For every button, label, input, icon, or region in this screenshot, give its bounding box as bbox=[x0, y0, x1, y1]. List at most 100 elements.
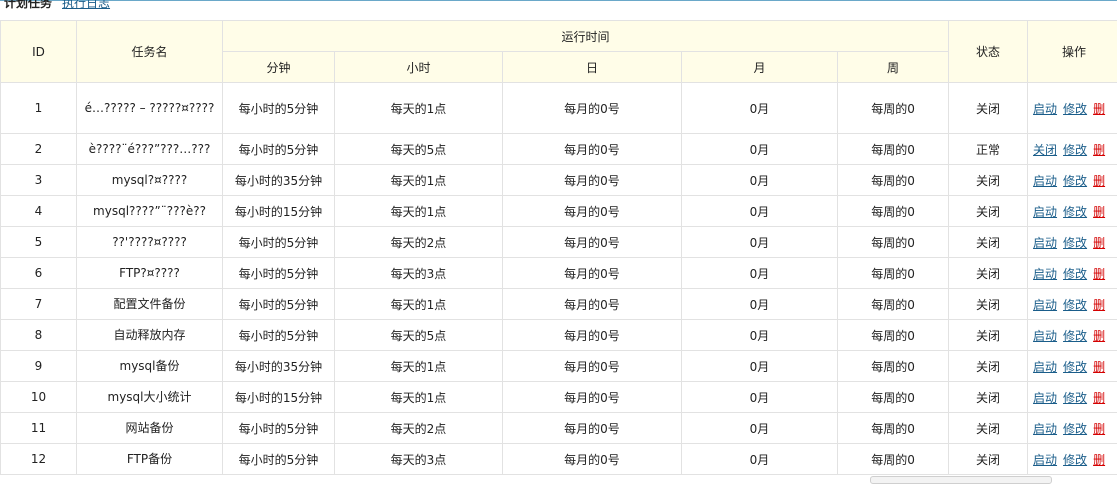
run-week-cell: 每周的0 bbox=[838, 382, 949, 413]
table-row: 7配置文件备份每小时的5分钟每天的1点每月的0号0月每周的0关闭启动修改删 bbox=[1, 289, 1117, 320]
toggle-task-link[interactable]: 启动 bbox=[1033, 267, 1057, 281]
status-cell: 关闭 bbox=[949, 83, 1028, 134]
delete-task-link[interactable]: 删 bbox=[1093, 298, 1105, 312]
run-hour-cell: 每天的3点 bbox=[335, 444, 503, 475]
run-week-cell: 每周的0 bbox=[838, 227, 949, 258]
run-hour-cell: 每天的2点 bbox=[335, 227, 503, 258]
edit-task-link[interactable]: 修改 bbox=[1063, 205, 1087, 219]
delete-task-link[interactable]: 删 bbox=[1093, 205, 1105, 219]
edit-task-link[interactable]: 修改 bbox=[1063, 391, 1087, 405]
run-week-cell: 每周的0 bbox=[838, 196, 949, 227]
edit-task-link[interactable]: 修改 bbox=[1063, 236, 1087, 250]
column-header-minute: 分钟 bbox=[223, 52, 335, 83]
run-day-cell: 每月的0号 bbox=[503, 165, 682, 196]
delete-task-link[interactable]: 删 bbox=[1093, 143, 1105, 157]
edit-task-link[interactable]: 修改 bbox=[1063, 267, 1087, 281]
run-minute-cell: 每小时的35分钟 bbox=[223, 351, 335, 382]
task-name-cell: mysql大小统计 bbox=[77, 382, 223, 413]
toggle-task-link[interactable]: 启动 bbox=[1033, 360, 1057, 374]
task-name-cell: mysql????”¨???è?? bbox=[77, 196, 223, 227]
run-hour-cell: 每天的1点 bbox=[335, 351, 503, 382]
task-name-cell: 自动释放内存 bbox=[77, 320, 223, 351]
toggle-task-link[interactable]: 启动 bbox=[1033, 102, 1057, 116]
actions-cell: 启动修改删 bbox=[1028, 382, 1117, 413]
actions-cell: 启动修改删 bbox=[1028, 196, 1117, 227]
delete-task-link[interactable]: 删 bbox=[1093, 360, 1105, 374]
toggle-task-link[interactable]: 关闭 bbox=[1033, 143, 1057, 157]
edit-task-link[interactable]: 修改 bbox=[1063, 102, 1087, 116]
run-minute-cell: 每小时的5分钟 bbox=[223, 134, 335, 165]
toggle-task-link[interactable]: 启动 bbox=[1033, 298, 1057, 312]
toggle-task-link[interactable]: 启动 bbox=[1033, 205, 1057, 219]
task-id-cell: 9 bbox=[1, 351, 77, 382]
toggle-task-link[interactable]: 启动 bbox=[1033, 236, 1057, 250]
run-month-cell: 0月 bbox=[682, 382, 838, 413]
task-name-cell: mysql?¤???? bbox=[77, 165, 223, 196]
toggle-task-link[interactable]: 启动 bbox=[1033, 453, 1057, 467]
column-header-day: 日 bbox=[503, 52, 682, 83]
column-header-month: 月 bbox=[682, 52, 838, 83]
run-day-cell: 每月的0号 bbox=[503, 196, 682, 227]
task-id-cell: 6 bbox=[1, 258, 77, 289]
toggle-task-link[interactable]: 启动 bbox=[1033, 422, 1057, 436]
run-day-cell: 每月的0号 bbox=[503, 289, 682, 320]
run-month-cell: 0月 bbox=[682, 165, 838, 196]
edit-task-link[interactable]: 修改 bbox=[1063, 360, 1087, 374]
edit-task-link[interactable]: 修改 bbox=[1063, 143, 1087, 157]
task-id-cell: 2 bbox=[1, 134, 77, 165]
run-week-cell: 每周的0 bbox=[838, 165, 949, 196]
edit-task-link[interactable]: 修改 bbox=[1063, 329, 1087, 343]
delete-task-link[interactable]: 删 bbox=[1093, 453, 1105, 467]
status-cell: 关闭 bbox=[949, 382, 1028, 413]
delete-task-link[interactable]: 删 bbox=[1093, 422, 1105, 436]
edit-task-link[interactable]: 修改 bbox=[1063, 453, 1087, 467]
delete-task-link[interactable]: 删 bbox=[1093, 174, 1105, 188]
run-day-cell: 每月的0号 bbox=[503, 413, 682, 444]
task-id-cell: 1 bbox=[1, 83, 77, 134]
run-minute-cell: 每小时的5分钟 bbox=[223, 444, 335, 475]
column-header-week: 周 bbox=[838, 52, 949, 83]
delete-task-link[interactable]: 删 bbox=[1093, 329, 1105, 343]
run-hour-cell: 每天的1点 bbox=[335, 196, 503, 227]
edit-task-link[interactable]: 修改 bbox=[1063, 174, 1087, 188]
toggle-task-link[interactable]: 启动 bbox=[1033, 329, 1057, 343]
table-row: 6FTP?¤????每小时的5分钟每天的3点每月的0号0月每周的0关闭启动修改删 bbox=[1, 258, 1117, 289]
run-minute-cell: 每小时的5分钟 bbox=[223, 413, 335, 444]
run-month-cell: 0月 bbox=[682, 227, 838, 258]
delete-task-link[interactable]: 删 bbox=[1093, 391, 1105, 405]
table-row: 5??'????¤????每小时的5分钟每天的2点每月的0号0月每周的0关闭启动… bbox=[1, 227, 1117, 258]
edit-task-link[interactable]: 修改 bbox=[1063, 422, 1087, 436]
status-cell: 正常 bbox=[949, 134, 1028, 165]
run-minute-cell: 每小时的5分钟 bbox=[223, 83, 335, 134]
run-day-cell: 每月的0号 bbox=[503, 351, 682, 382]
scheduled-task-table: ID 任务名 运行时间 状态 操作 分钟 小时 日 月 周 1é…????? –… bbox=[0, 20, 1117, 475]
run-hour-cell: 每天的3点 bbox=[335, 258, 503, 289]
run-week-cell: 每周的0 bbox=[838, 289, 949, 320]
table-row: 12FTP备份每小时的5分钟每天的3点每月的0号0月每周的0关闭启动修改删 bbox=[1, 444, 1117, 475]
edit-task-link[interactable]: 修改 bbox=[1063, 298, 1087, 312]
actions-cell: 启动修改删 bbox=[1028, 320, 1117, 351]
toggle-task-link[interactable]: 启动 bbox=[1033, 174, 1057, 188]
task-id-cell: 10 bbox=[1, 382, 77, 413]
actions-cell: 启动修改删 bbox=[1028, 227, 1117, 258]
run-week-cell: 每周的0 bbox=[838, 413, 949, 444]
column-header-hour: 小时 bbox=[335, 52, 503, 83]
execution-log-link[interactable]: 执行日志 bbox=[62, 0, 110, 10]
delete-task-link[interactable]: 删 bbox=[1093, 102, 1105, 116]
run-week-cell: 每周的0 bbox=[838, 83, 949, 134]
horizontal-scrollbar[interactable] bbox=[870, 476, 1052, 484]
delete-task-link[interactable]: 删 bbox=[1093, 236, 1105, 250]
table-row: 9mysql备份每小时的35分钟每天的1点每月的0号0月每周的0关闭启动修改删 bbox=[1, 351, 1117, 382]
toggle-task-link[interactable]: 启动 bbox=[1033, 391, 1057, 405]
task-id-cell: 7 bbox=[1, 289, 77, 320]
status-cell: 关闭 bbox=[949, 227, 1028, 258]
column-header-status: 状态 bbox=[949, 21, 1028, 83]
column-header-run-time: 运行时间 bbox=[223, 21, 949, 52]
table-row: 4mysql????”¨???è??每小时的15分钟每天的1点每月的0号0月每周… bbox=[1, 196, 1117, 227]
run-month-cell: 0月 bbox=[682, 444, 838, 475]
table-row: 8自动释放内存每小时的5分钟每天的5点每月的0号0月每周的0关闭启动修改删 bbox=[1, 320, 1117, 351]
actions-cell: 启动修改删 bbox=[1028, 83, 1117, 134]
actions-cell: 启动修改删 bbox=[1028, 413, 1117, 444]
actions-cell: 启动修改删 bbox=[1028, 165, 1117, 196]
delete-task-link[interactable]: 删 bbox=[1093, 267, 1105, 281]
